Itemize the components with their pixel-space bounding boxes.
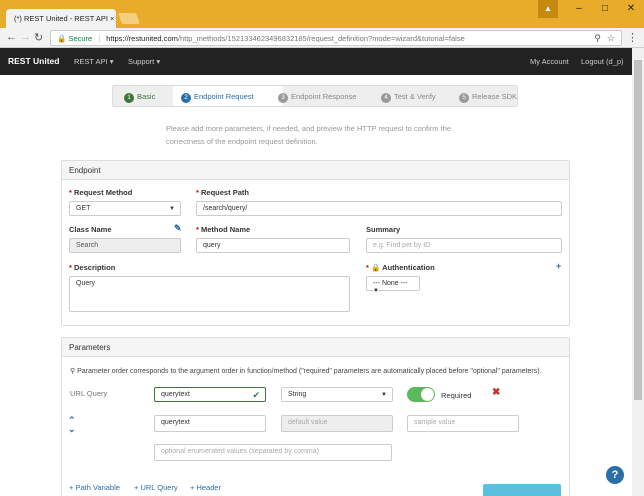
help-icon[interactable]: ? [606, 466, 624, 484]
browser-tab-bar: (*) REST United - REST API × ▲ – □ ✕ [0, 0, 644, 28]
class-name-label: Class Name [69, 225, 112, 234]
url-field[interactable]: 🔒 Secure | https://restunited.com/http_met… [50, 30, 622, 46]
request-path-label: * Request Path [196, 188, 249, 197]
sample-value-input[interactable]: sample value [407, 415, 519, 432]
chevron-down-icon: ▼ [169, 206, 175, 212]
site-navbar: REST United REST API ▾ Support ▾ My Acco… [0, 48, 632, 75]
secure-label: Secure [68, 34, 93, 43]
endpoint-heading: Endpoint [62, 161, 569, 180]
parameter-order-note: ⚲ Parameter order corresponds to the arg… [70, 368, 542, 375]
back-icon[interactable]: ← [6, 31, 17, 43]
url-path: /http_methods/1521334623496832185/reques… [177, 34, 465, 43]
scrollbar-thumb[interactable] [634, 60, 642, 400]
summary-input[interactable]: e.g. Find pet by ID [366, 238, 562, 253]
description-textarea[interactable]: Query [69, 276, 350, 312]
browser-tab[interactable]: (*) REST United - REST API × [6, 9, 116, 28]
class-name-input[interactable]: Search [69, 238, 181, 253]
browser-tab-title: (*) REST United - REST API × [14, 14, 115, 23]
summary-label: Summary [366, 225, 401, 234]
lock-icon: 🔒 [57, 34, 67, 43]
add-url-query-link[interactable]: + URL Query [134, 483, 178, 492]
wizard-step-endpoint-request[interactable]: 2 Endpoint Request [181, 92, 254, 103]
enum-values-input[interactable]: optional enumerated values (separated by… [154, 444, 392, 461]
new-tab-button[interactable] [117, 13, 141, 24]
browser-menu-icon[interactable]: ⋮ [627, 31, 638, 44]
search-icon[interactable]: ⚲ [594, 33, 601, 44]
wizard-steps: 1 Basic 2 Endpoint Request 3 Endpoint Respo… [112, 85, 518, 107]
url-query-label: URL Query [70, 389, 108, 398]
request-method-select[interactable]: GET ▼ [69, 201, 181, 216]
profile-icon[interactable]: ▲ [538, 0, 558, 18]
param-type-select[interactable]: String ▼ [281, 387, 393, 402]
add-path-variable-link[interactable]: + Path Variable [69, 483, 120, 492]
request-method-label: * Request Method [69, 188, 133, 197]
authentication-dropdown[interactable]: --- None --- ▼ [366, 276, 420, 294]
window-controls: ▲ – □ ✕ [538, 0, 644, 18]
close-icon[interactable]: ✕ [618, 0, 644, 18]
required-toggle[interactable] [407, 387, 435, 402]
nav-support[interactable]: Support ▾ [128, 57, 160, 66]
move-down-icon[interactable]: ⌄ [68, 424, 76, 435]
add-icon[interactable]: + [556, 261, 561, 271]
parameters-heading: Parameters [62, 338, 569, 357]
checkmark-icon: ✔ [252, 390, 260, 400]
maximize-icon[interactable]: □ [592, 0, 618, 18]
brand-logo[interactable]: REST United [8, 56, 59, 66]
authentication-label: * 🔒 Authentication [366, 263, 435, 272]
param-name-input[interactable]: querytext ✔ [154, 387, 266, 402]
lightbulb-icon: ⚲ [70, 368, 76, 375]
address-bar: ← → ↻ 🔒 Secure | https://restunited.com/ht… [0, 28, 644, 48]
edit-icon[interactable]: ✎ [174, 223, 182, 234]
nav-my-account[interactable]: My Account [530, 57, 569, 66]
preview-button[interactable] [483, 484, 561, 496]
wizard-step-basic[interactable]: 1 Basic [124, 92, 155, 103]
main-content: 1 Basic 2 Endpoint Request 3 Endpoint Respo… [0, 75, 632, 496]
request-path-input[interactable]: /search/query/ [196, 201, 562, 216]
wizard-step-endpoint-response[interactable]: 3 Endpoint Response [278, 92, 356, 103]
wizard-step-test-verify[interactable]: 4 Test & Verify [381, 92, 436, 103]
nav-logout[interactable]: Logout (d_p) [581, 57, 624, 66]
page-scrollbar[interactable] [632, 48, 644, 496]
required-label: Required [441, 391, 472, 400]
url-host: https://restunited.com [106, 34, 178, 43]
method-name-label: * Method Name [196, 225, 251, 234]
intro-text: Please add more parameters, if needed, a… [166, 124, 452, 146]
forward-icon[interactable]: → [20, 31, 31, 43]
nav-rest-api[interactable]: REST API ▾ [74, 57, 113, 66]
lock-icon: 🔒 [371, 263, 383, 272]
bookmark-star-icon[interactable]: ☆ [607, 33, 615, 44]
param-description-textarea[interactable]: querytext [154, 415, 266, 432]
delete-icon[interactable]: ✖ [492, 387, 500, 398]
wizard-step-release-sdk[interactable]: 5 Release SDK [459, 92, 517, 103]
parameters-panel: Parameters ⚲ Parameter order corresponds… [61, 337, 570, 496]
add-header-link[interactable]: + Header [190, 483, 221, 492]
minimize-icon[interactable]: – [566, 0, 592, 18]
default-value-input[interactable]: default value [281, 415, 393, 432]
endpoint-panel: Endpoint * Request Method GET ▼ * Request… [61, 160, 570, 326]
reload-icon[interactable]: ↻ [34, 31, 43, 44]
method-name-input[interactable]: query [196, 238, 350, 253]
chevron-down-icon: ▼ [381, 392, 387, 398]
description-label: * Description [69, 263, 116, 272]
chevron-down-icon: ▼ [373, 288, 379, 294]
